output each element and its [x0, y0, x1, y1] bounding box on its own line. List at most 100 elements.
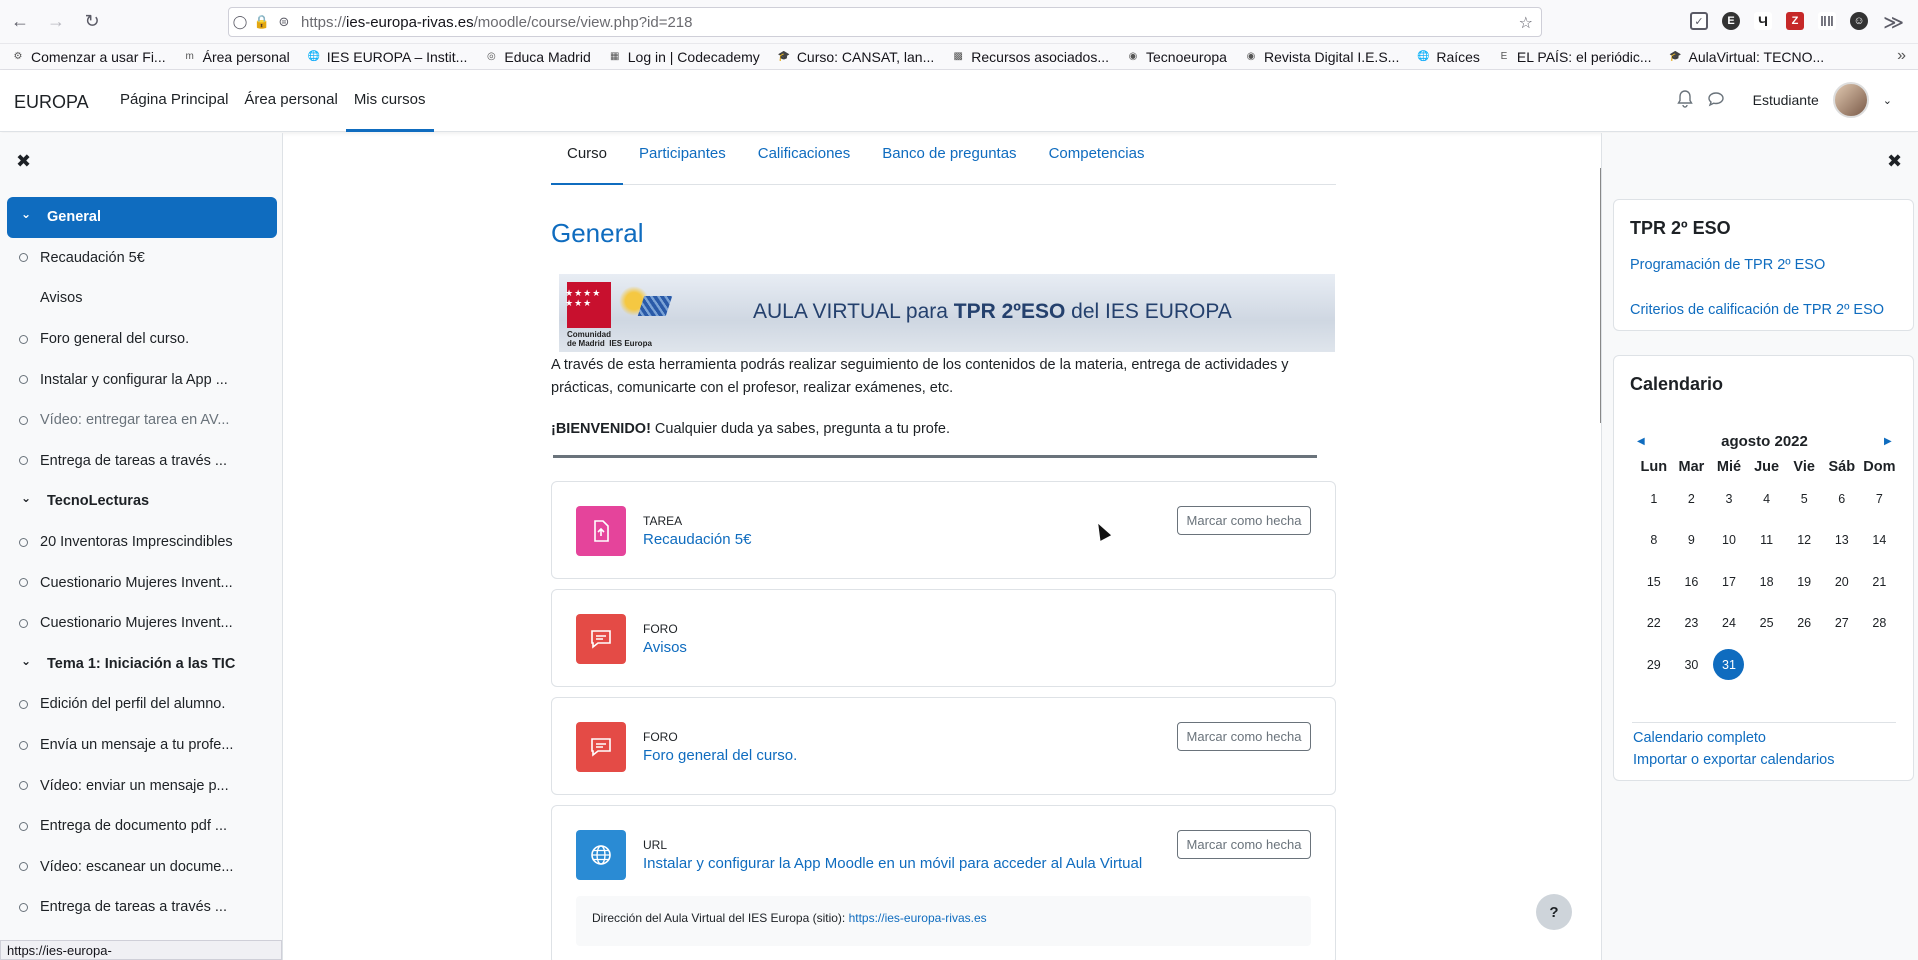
course-index-item[interactable]: Instalar y configurar la App ... — [7, 359, 277, 400]
full-calendar-link[interactable]: Calendario completo — [1633, 730, 1766, 746]
bookmark-item[interactable]: E EL PAÍS: el periódic... — [1496, 49, 1652, 65]
calendar-day[interactable]: 6 — [1823, 492, 1861, 506]
menu-icon[interactable]: ≫ — [1883, 10, 1904, 35]
back-icon[interactable]: ← — [4, 6, 36, 38]
calendar-day[interactable]: 15 — [1635, 575, 1673, 589]
calendar-day[interactable]: 24 — [1710, 616, 1748, 630]
calendar-day[interactable]: 13 — [1823, 533, 1861, 547]
bookmark-item[interactable]: ⚙ Comenzar a usar Fi... — [10, 49, 166, 65]
user-name[interactable]: Estudiante — [1753, 92, 1819, 108]
course-index-item[interactable]: Vídeo: enviar un mensaje p... — [7, 765, 277, 806]
calendar-day[interactable]: 16 — [1673, 575, 1711, 589]
assignment-icon[interactable] — [576, 506, 626, 556]
calendar-day[interactable]: 20 — [1823, 575, 1861, 589]
mark-done-button[interactable]: Marcar como hecha — [1177, 830, 1311, 859]
site-link[interactable]: https://ies-europa-rivas.es — [849, 911, 987, 925]
calendar-day[interactable]: 22 — [1635, 616, 1673, 630]
bookmark-item[interactable]: 🎓 Curso: CANSAT, lan... — [776, 49, 935, 65]
bookmark-item[interactable]: ◉ Revista Digital I.E.S... — [1243, 49, 1400, 65]
next-month-icon[interactable]: ▶ — [1884, 436, 1892, 447]
calendar-day[interactable]: 8 — [1635, 533, 1673, 547]
activity-link[interactable]: Recaudación 5€ — [643, 531, 751, 548]
program-link[interactable]: Programación de TPR 2º ESO — [1630, 257, 1825, 273]
calendar-day[interactable]: 28 — [1861, 616, 1899, 630]
calendar-day[interactable]: 11 — [1748, 533, 1786, 547]
calendar-day[interactable]: 31 — [1710, 649, 1748, 681]
course-index-item[interactable]: Edición del perfil del alumno. — [7, 684, 277, 725]
criteria-link[interactable]: Criterios de calificación de TPR 2º ESO — [1630, 302, 1884, 318]
import-export-calendar-link[interactable]: Importar o exportar calendarios — [1633, 752, 1835, 768]
bookmark-item[interactable]: ◎ Educa Madrid — [483, 49, 591, 65]
course-index-section[interactable]: ⌄ TecnoLecturas — [7, 481, 277, 522]
lock-icon[interactable]: 🔒 — [251, 14, 273, 30]
course-index-item[interactable]: 20 Inventoras Imprescindibles — [7, 522, 277, 563]
course-index-section[interactable]: ⌄ General — [7, 197, 277, 238]
course-index-section[interactable]: ⌄ Tema 1: Iniciación a las TIC — [7, 644, 277, 685]
reload-icon[interactable]: ↻ — [76, 6, 108, 38]
calendar-day[interactable]: 21 — [1861, 575, 1899, 589]
forum-icon[interactable] — [576, 614, 626, 664]
mark-done-button[interactable]: Marcar como hecha — [1177, 722, 1311, 751]
course-index-item[interactable]: Avisos — [7, 278, 277, 319]
course-index-item[interactable]: Cuestionario Mujeres Invent... — [7, 562, 277, 603]
site-brand[interactable]: EUROPA — [14, 92, 89, 113]
tab-course[interactable]: Curso — [551, 133, 624, 185]
calendar-day[interactable]: 7 — [1861, 492, 1899, 506]
bookmark-item[interactable]: 🎓 AulaVirtual: TECNO... — [1668, 49, 1824, 65]
calendar-day[interactable]: 2 — [1673, 492, 1711, 506]
calendar-day[interactable]: 1 — [1635, 492, 1673, 506]
calendar-day[interactable]: 4 — [1748, 492, 1786, 506]
pocket-icon[interactable]: ✓ — [1690, 12, 1708, 30]
library-icon[interactable]: ‖‖ — [1818, 12, 1836, 30]
nav-dashboard[interactable]: Área personal — [236, 70, 345, 132]
calendar-day[interactable]: 25 — [1748, 616, 1786, 630]
bookmark-star-icon[interactable]: ☆ — [1519, 13, 1533, 33]
calendar-day[interactable]: 30 — [1673, 658, 1711, 672]
course-index-item[interactable]: Cuestionario Mujeres Invent... — [7, 603, 277, 644]
calendar-day[interactable]: 14 — [1861, 533, 1899, 547]
course-index-item[interactable]: Entrega de tareas a través ... — [7, 887, 277, 928]
close-course-index-icon[interactable]: ✖ — [16, 151, 31, 172]
bookmark-item[interactable]: 🌐 IES EUROPA – Instit... — [306, 49, 468, 65]
url-text[interactable]: https://ies-europa-rivas.es/moodle/cours… — [301, 14, 693, 31]
notifications-bell-icon[interactable] — [1676, 89, 1693, 111]
calendar-day[interactable]: 19 — [1785, 575, 1823, 589]
course-index-item[interactable]: Entrega de tareas a través ... — [7, 441, 277, 482]
help-button[interactable]: ? — [1536, 894, 1572, 930]
more-bookmarks-icon[interactable]: » — [1897, 47, 1906, 65]
avatar[interactable] — [1832, 82, 1869, 118]
calendar-day[interactable]: 26 — [1785, 616, 1823, 630]
calendar-day[interactable]: 9 — [1673, 533, 1711, 547]
course-index-item[interactable]: Vídeo: entregar tarea en AV... — [7, 400, 277, 441]
bookmark-item[interactable]: 🌐 Raíces — [1415, 49, 1480, 65]
course-index-item[interactable]: Vídeo: escanear un docume... — [7, 847, 277, 888]
bookmark-item[interactable]: ▦ Log in | Codecademy — [607, 49, 760, 65]
globe-icon[interactable] — [576, 830, 626, 880]
forward-icon[interactable]: → — [40, 6, 72, 38]
nav-home[interactable]: Página Principal — [112, 70, 236, 132]
bookmark-item[interactable]: ◉ Tecnoeuropa — [1125, 49, 1227, 65]
shield-icon[interactable]: ◯ — [229, 14, 251, 30]
course-index-item[interactable]: Entrega de documento pdf ... — [7, 806, 277, 847]
mark-done-button[interactable]: Marcar como hecha — [1177, 506, 1311, 535]
calendar-day[interactable]: 12 — [1785, 533, 1823, 547]
activity-link[interactable]: Foro general del curso. — [643, 747, 797, 764]
calendar-day[interactable]: 27 — [1823, 616, 1861, 630]
forum-icon[interactable] — [576, 722, 626, 772]
close-blocks-icon[interactable]: ✖ — [1887, 151, 1902, 172]
calendar-day[interactable]: 10 — [1710, 533, 1748, 547]
extension-c-icon[interactable]: Ч — [1754, 12, 1772, 30]
tab-grades[interactable]: Calificaciones — [742, 133, 867, 185]
tab-participants[interactable]: Participantes — [623, 133, 742, 185]
calendar-day[interactable]: 3 — [1710, 492, 1748, 506]
bookmark-item[interactable]: m Área personal — [182, 49, 289, 65]
tab-competencies[interactable]: Competencias — [1033, 133, 1161, 185]
calendar-day[interactable]: 17 — [1710, 575, 1748, 589]
extension-e-icon[interactable]: E — [1722, 12, 1740, 30]
course-index-item[interactable]: Recaudación 5€ — [7, 238, 277, 279]
calendar-day[interactable]: 23 — [1673, 616, 1711, 630]
chevron-down-icon[interactable]: ⌄ — [1883, 94, 1892, 107]
messages-icon[interactable] — [1707, 91, 1725, 110]
calendar-day[interactable]: 18 — [1748, 575, 1786, 589]
tab-question-bank[interactable]: Banco de preguntas — [866, 133, 1032, 185]
